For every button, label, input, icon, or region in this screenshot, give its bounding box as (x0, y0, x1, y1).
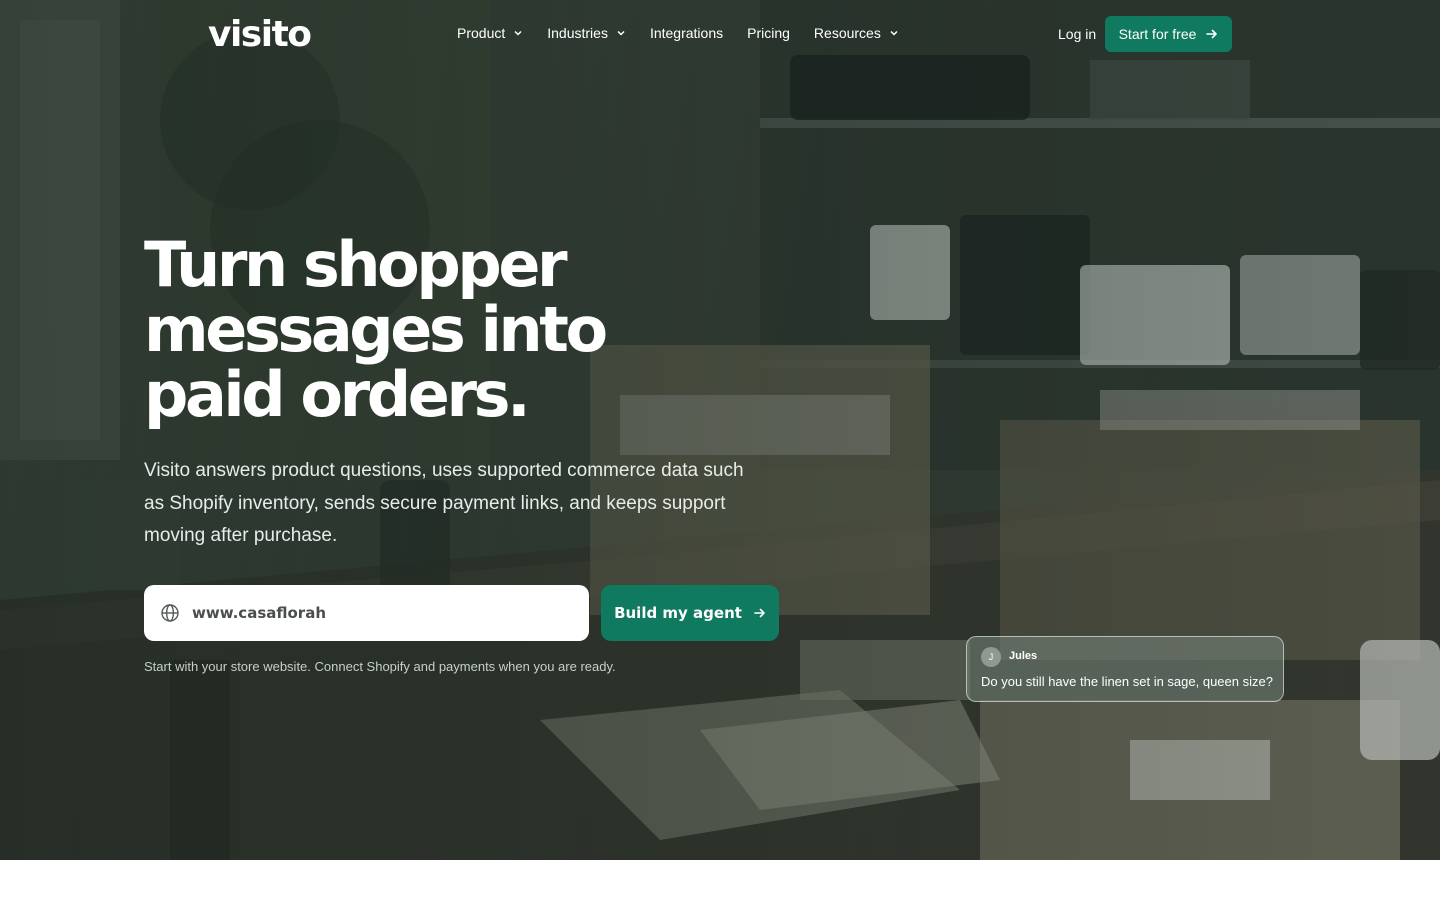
hero-hint-text: Start with your store website. Connect S… (144, 659, 616, 674)
headline-line: messages into (144, 293, 608, 366)
build-my-agent-label: Build my agent (614, 604, 742, 622)
headline-line: Turn shopper (144, 228, 568, 301)
hero-headline: Turn shopper messages into paid orders. (144, 232, 704, 427)
headline-line: paid orders. (144, 358, 531, 431)
nav-item-label: Industries (547, 25, 608, 41)
start-for-free-label: Start for free (1118, 26, 1197, 42)
nav-item-integrations[interactable]: Integrations (650, 25, 723, 41)
store-url-value[interactable]: www.casaflorah (192, 604, 326, 622)
hero-section: visito Product Industries Integrations P… (0, 0, 1440, 860)
chevron-down-icon (890, 30, 898, 36)
visito-logo[interactable]: visito (208, 14, 312, 55)
avatar: J (981, 647, 1001, 667)
globe-icon (161, 604, 179, 622)
nav-item-label: Integrations (649, 25, 724, 41)
nav-item-label: Pricing (747, 25, 790, 41)
build-my-agent-button[interactable]: Build my agent (601, 585, 779, 641)
nav-item-label: Product (457, 25, 506, 41)
login-link[interactable]: Log in (1058, 26, 1096, 42)
chevron-down-icon (514, 30, 522, 36)
arrow-right-icon (1206, 29, 1218, 39)
hero-subtext: Visito answers product questions, uses s… (144, 460, 744, 546)
store-url-input[interactable]: www.casaflorah (144, 585, 589, 641)
nav-item-resources[interactable]: Resources (814, 25, 899, 41)
chat-sender-name: Jules (1009, 650, 1038, 662)
nav-item-industries[interactable]: Industries (547, 25, 626, 41)
start-for-free-button[interactable]: Start for free (1105, 16, 1232, 52)
nav-item-pricing[interactable]: Pricing (747, 25, 790, 41)
chat-message: Do you still have the linen set in sage,… (981, 674, 1273, 689)
nav-item-product[interactable]: Product (457, 25, 523, 41)
chat-preview-bubble: J Jules Do you still have the linen set … (966, 636, 1284, 702)
nav-item-label: Resources (813, 25, 881, 41)
chevron-down-icon (617, 30, 625, 36)
arrow-right-icon (754, 608, 765, 618)
main-nav: Product Industries Integrations Pricing … (457, 25, 899, 41)
